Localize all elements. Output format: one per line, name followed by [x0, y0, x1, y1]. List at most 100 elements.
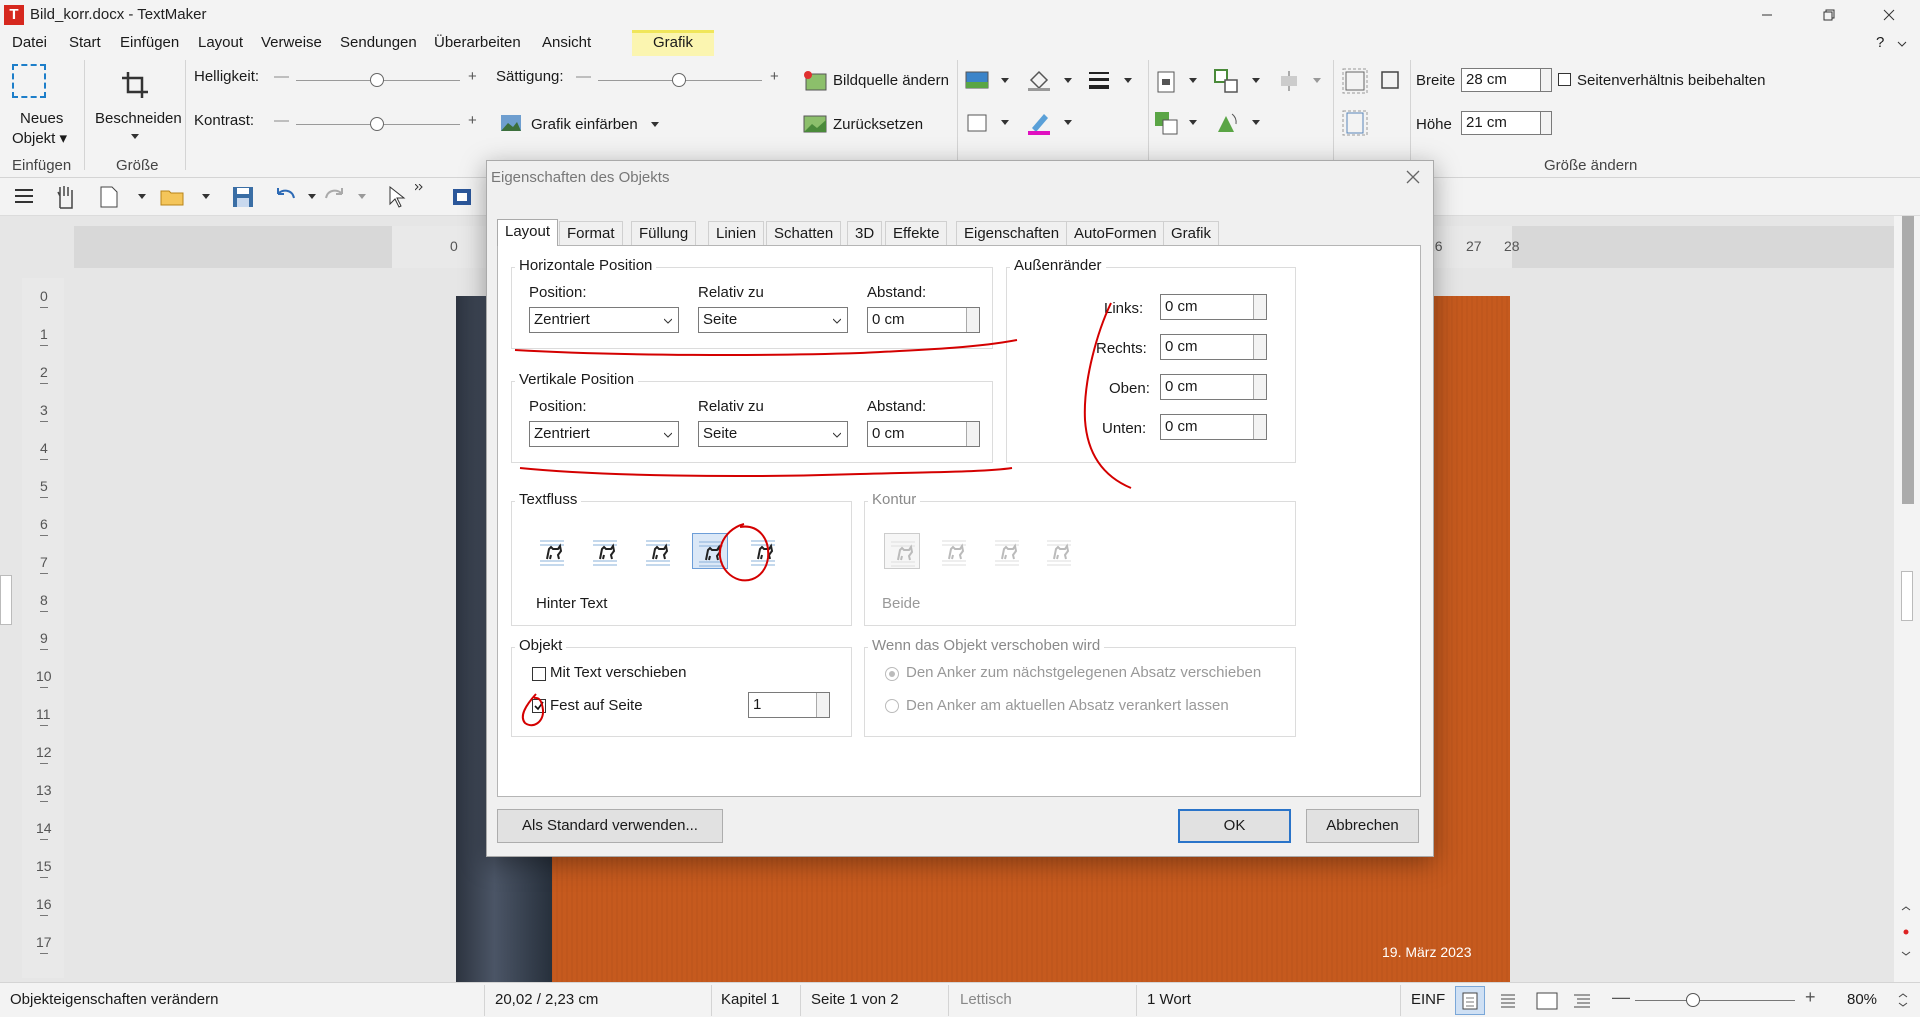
v-distance-input[interactable]: 0 cm [867, 421, 980, 447]
move-with-text-checkbox[interactable] [532, 667, 546, 681]
height-input[interactable]: 21 cm [1461, 111, 1545, 135]
status-language[interactable]: Lettisch [960, 991, 1012, 1008]
recolor-icon[interactable] [500, 114, 522, 132]
menu-datei[interactable]: Datei [12, 34, 47, 51]
restore-button[interactable] [1806, 0, 1852, 30]
status-page[interactable]: Seite 1 von 2 [811, 991, 899, 1008]
cancel-button[interactable]: Abbrechen [1306, 809, 1419, 843]
brightness-minus[interactable]: — [274, 68, 289, 85]
collapse-ribbon-icon[interactable] [1897, 41, 1907, 49]
change-source-label[interactable]: Bildquelle ändern [833, 72, 949, 89]
fixed-page-number-input[interactable]: 1 [748, 692, 830, 718]
margin-right-input[interactable]: 0 cm [1160, 334, 1267, 360]
save-icon[interactable] [232, 186, 254, 208]
recolor-dropdown-icon[interactable] [651, 122, 659, 128]
v-position-select[interactable]: Zentriert [529, 421, 679, 447]
new-object-icon[interactable] [12, 64, 46, 98]
tab-fuellung[interactable]: Füllung [631, 221, 697, 245]
menu-layout[interactable]: Layout [198, 34, 243, 51]
anchor-keep-label[interactable]: Den Anker am aktuellen Absatz verankert … [906, 697, 1229, 714]
new-dropdown-icon[interactable] [138, 194, 146, 200]
minimize-button[interactable] [1744, 0, 1790, 30]
v-relative-select[interactable]: Seite [698, 421, 848, 447]
menu-einfuegen[interactable]: Einfügen [120, 34, 179, 51]
tab-3d[interactable]: 3D [847, 221, 883, 245]
outline-view-icon[interactable] [1573, 992, 1591, 1010]
wrap-tight-icon[interactable] [587, 533, 623, 569]
anchor-keep-radio[interactable] [885, 699, 899, 713]
tab-autoformen[interactable]: AutoFormen [1066, 221, 1165, 245]
h-relative-select[interactable]: Seite [698, 307, 848, 333]
height-spinner[interactable] [1540, 111, 1552, 135]
width-spinner[interactable] [1540, 68, 1552, 92]
vertical-scrollbar[interactable] [1894, 216, 1920, 982]
menu-ueberarbeiten[interactable]: Überarbeiten [434, 34, 521, 51]
pen-dropdown-icon[interactable] [1064, 120, 1072, 126]
menu-grafik[interactable]: Grafik [653, 34, 693, 51]
margin-top-input[interactable]: 0 cm [1160, 374, 1267, 400]
new-document-icon[interactable] [100, 186, 118, 208]
reset-label[interactable]: Zurücksetzen [833, 116, 923, 133]
brightness-plus[interactable]: + [468, 68, 477, 85]
saturation-plus[interactable]: + [770, 68, 779, 85]
anchor-move-label[interactable]: Den Anker zum nächstgelegenen Absatz ver… [906, 664, 1261, 681]
undo-dropdown-icon[interactable] [308, 194, 316, 200]
fit-icon[interactable] [1342, 68, 1368, 94]
width-input[interactable]: 28 cm [1461, 68, 1545, 92]
master-view-icon[interactable] [1536, 992, 1558, 1010]
status-chapter[interactable]: Kapitel 1 [721, 991, 779, 1008]
scrollbar-thumb[interactable] [1902, 216, 1914, 504]
hand-icon[interactable] [54, 184, 76, 210]
move-with-text-label[interactable]: Mit Text verschieben [550, 664, 686, 681]
spinner-arrows[interactable] [816, 693, 829, 717]
zoom-slider-track[interactable] [1635, 1000, 1795, 1001]
brightness-slider-thumb[interactable] [370, 73, 384, 87]
new-object-label-1[interactable]: Neues [20, 110, 63, 127]
fixed-on-page-checkbox[interactable] [532, 699, 546, 713]
menu-verweise[interactable]: Verweise [261, 34, 322, 51]
spinner-arrows[interactable] [1253, 415, 1266, 439]
ok-button[interactable]: OK [1178, 809, 1291, 843]
tab-eigenschaften[interactable]: Eigenschaften [956, 221, 1068, 245]
contrast-minus[interactable]: — [274, 112, 289, 129]
group-icon[interactable] [1153, 110, 1179, 136]
fill-dropdown-icon[interactable] [1001, 78, 1009, 84]
open-dropdown-icon[interactable] [202, 194, 210, 200]
menu-start[interactable]: Start [69, 34, 101, 51]
zoom-slider-thumb[interactable] [1686, 993, 1700, 1007]
saturation-minus[interactable]: — [576, 68, 591, 85]
set-default-button[interactable]: Als Standard verwenden... [497, 809, 723, 843]
line-style-icon[interactable] [1088, 70, 1110, 90]
group-dropdown-icon[interactable] [1189, 120, 1197, 126]
select-pointer-icon[interactable] [388, 186, 406, 208]
crop-dropdown-icon[interactable] [131, 134, 139, 140]
menu-icon[interactable] [14, 188, 34, 204]
saturation-slider-thumb[interactable] [672, 73, 686, 87]
undo-icon[interactable] [274, 186, 296, 206]
contour-largest-icon[interactable] [1041, 533, 1077, 569]
wrap-dropdown-icon[interactable] [1189, 78, 1197, 84]
left-panel-toggle[interactable] [0, 575, 12, 625]
reset-icon[interactable] [803, 114, 827, 134]
original-size-icon[interactable] [1380, 70, 1402, 92]
wrap-through-icon[interactable] [640, 533, 676, 569]
menu-sendungen[interactable]: Sendungen [340, 34, 417, 51]
pen-color-icon[interactable] [1026, 110, 1052, 136]
h-distance-input[interactable]: 0 cm [867, 307, 980, 333]
keep-ratio-checkbox[interactable] [1558, 73, 1571, 86]
bucket-dropdown-icon[interactable] [1064, 78, 1072, 84]
wrap-square-icon[interactable] [534, 533, 570, 569]
fixed-on-page-label[interactable]: Fest auf Seite [550, 697, 643, 714]
tab-linien[interactable]: Linien [708, 221, 765, 245]
spinner-arrows[interactable] [966, 422, 979, 446]
fill-color-icon[interactable] [965, 70, 989, 90]
h-position-select[interactable]: Zentriert [529, 307, 679, 333]
dialog-close-icon[interactable] [1405, 169, 1421, 185]
new-object-label-2[interactable]: Objekt ▾ [12, 129, 67, 147]
tab-layout[interactable]: Layout [497, 219, 559, 246]
page-size-icon[interactable] [1342, 110, 1368, 136]
margin-bottom-input[interactable]: 0 cm [1160, 414, 1267, 440]
crop-icon[interactable] [120, 70, 150, 100]
arrange-icon[interactable] [1213, 68, 1239, 94]
spinner-arrows[interactable] [1253, 375, 1266, 399]
